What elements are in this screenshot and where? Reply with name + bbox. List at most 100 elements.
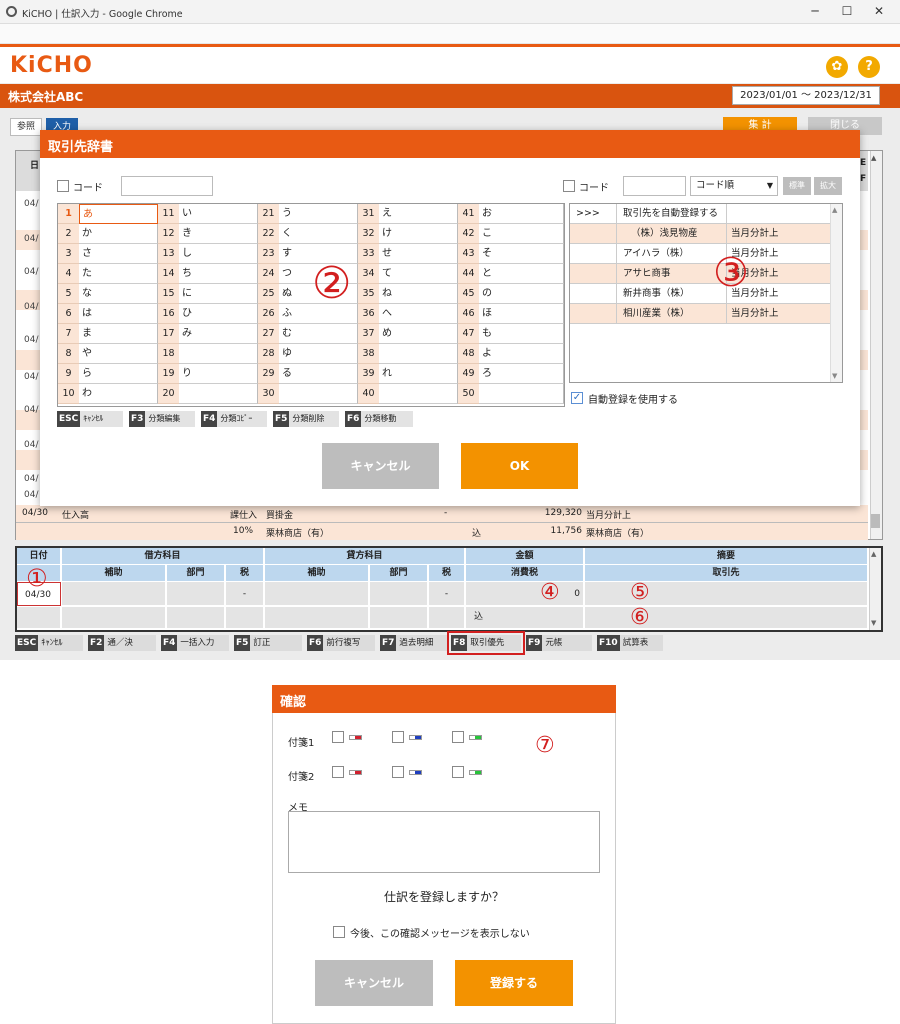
entry-scrollbar[interactable]: [869, 548, 881, 630]
confirm-cancel-button[interactable]: キャンセル: [315, 960, 433, 1006]
code-checkbox-right[interactable]: [563, 180, 575, 192]
kana-index-cell[interactable]: ま: [79, 324, 158, 344]
fkey-f4[interactable]: F4 一括入力: [161, 635, 229, 651]
fkey-f2[interactable]: F2 通／決: [88, 635, 156, 651]
kana-index-cell[interactable]: る: [279, 364, 358, 384]
maximize-icon[interactable]: ☐: [838, 3, 856, 19]
scroll-up-icon[interactable]: ▲: [832, 206, 837, 214]
fkey-esc[interactable]: ESC ｷｬﾝｾﾙ: [15, 635, 83, 651]
kana-index-cell[interactable]: は: [79, 304, 158, 324]
fkey-esc[interactable]: ESC ｷｬﾝｾﾙ: [57, 411, 123, 427]
row-date[interactable]: 04/: [24, 490, 38, 500]
scroll-thumb[interactable]: [871, 514, 880, 528]
list-item[interactable]: >>> 取引先を自動登録する: [570, 204, 830, 224]
kana-index-cell[interactable]: ろ: [479, 364, 564, 384]
credit-sub-cell[interactable]: [265, 582, 369, 606]
kana-index-cell[interactable]: お: [479, 204, 564, 224]
kana-index-cell[interactable]: [179, 384, 258, 404]
kana-index-cell[interactable]: か: [79, 224, 158, 244]
incl-cell[interactable]: 込: [466, 607, 584, 629]
row-date[interactable]: 04/: [24, 474, 38, 484]
tag-checkbox[interactable]: [332, 766, 344, 778]
fkey-f10[interactable]: F10 試算表: [597, 635, 663, 651]
kana-index-cell[interactable]: や: [79, 344, 158, 364]
expand-button[interactable]: 拡大: [814, 177, 842, 195]
fkey-f6[interactable]: F6 前行複写: [307, 635, 375, 651]
kana-index-cell[interactable]: た: [79, 264, 158, 284]
kana-index-cell[interactable]: の: [479, 284, 564, 304]
debit-tax-cell[interactable]: -: [226, 582, 264, 606]
tag-checkbox[interactable]: [452, 766, 464, 778]
partner-list-scrollbar[interactable]: [830, 204, 842, 382]
tag-checkbox[interactable]: [392, 731, 404, 743]
kana-index-cell[interactable]: [179, 344, 258, 364]
row-date[interactable]: 04/: [24, 302, 38, 312]
cancel-button[interactable]: キャンセル: [322, 443, 439, 489]
entry-row2-cell[interactable]: [17, 607, 61, 629]
scroll-up-icon[interactable]: ▲: [871, 550, 876, 558]
row2-cell[interactable]: [370, 607, 428, 629]
kana-index-cell[interactable]: め: [379, 324, 458, 344]
kana-index-cell[interactable]: な: [79, 284, 158, 304]
kana-index-cell[interactable]: へ: [379, 304, 458, 324]
list-item[interactable]: アサヒ商事 当月分計上: [570, 264, 830, 284]
minimize-icon[interactable]: ─: [806, 3, 824, 19]
fkey-f6[interactable]: F6 分類移動: [345, 411, 413, 427]
kana-index-cell[interactable]: そ: [479, 244, 564, 264]
list-item[interactable]: 新井商事（株） 当月分計上: [570, 284, 830, 304]
fkey-f9[interactable]: F9 元帳: [526, 635, 592, 651]
fkey-f3[interactable]: F3 分類編集: [129, 411, 195, 427]
kana-index-cell[interactable]: え: [379, 204, 458, 224]
credit-partner-cell[interactable]: [265, 607, 369, 629]
fkey-f8[interactable]: F8 取引優先: [447, 631, 525, 655]
kana-index-cell[interactable]: と: [479, 264, 564, 284]
kana-index-cell[interactable]: く: [279, 224, 358, 244]
kana-index-cell[interactable]: [379, 384, 458, 404]
kana-index-cell[interactable]: ら: [79, 364, 158, 384]
ok-button[interactable]: OK: [461, 443, 578, 489]
scroll-down-icon[interactable]: ▼: [832, 372, 837, 380]
kana-index-cell[interactable]: [279, 384, 358, 404]
kana-index-cell[interactable]: い: [179, 204, 258, 224]
table-row[interactable]: [16, 505, 868, 523]
dont-show-checkbox[interactable]: [333, 926, 345, 938]
standard-button[interactable]: 標準: [783, 177, 811, 195]
credit-dept-cell[interactable]: [370, 582, 428, 606]
grid-scrollbar[interactable]: [870, 151, 882, 539]
ctax-cell[interactable]: 0: [466, 582, 584, 606]
fkey-f5[interactable]: F5 訂正: [234, 635, 302, 651]
row-date[interactable]: 04/: [24, 372, 38, 382]
gear-icon[interactable]: ✿: [826, 56, 848, 78]
row2-cell[interactable]: [226, 607, 264, 629]
row-date[interactable]: 04/: [24, 405, 38, 415]
scroll-down-icon[interactable]: ▼: [871, 619, 876, 627]
kana-index-cell[interactable]: さ: [79, 244, 158, 264]
tab-reference[interactable]: 参照: [10, 118, 43, 136]
kana-index-cell[interactable]: わ: [79, 384, 158, 404]
kana-index-cell[interactable]: せ: [379, 244, 458, 264]
tag-checkbox[interactable]: [452, 731, 464, 743]
credit-tax-cell[interactable]: -: [429, 582, 465, 606]
kana-index-cell[interactable]: [479, 384, 564, 404]
help-icon[interactable]: ?: [858, 56, 880, 78]
scroll-up-icon[interactable]: ▲: [871, 154, 876, 162]
kana-index-cell[interactable]: ね: [379, 284, 458, 304]
kana-index-cell[interactable]: し: [179, 244, 258, 264]
kana-index-cell[interactable]: [379, 344, 458, 364]
kana-index-cell[interactable]: け: [379, 224, 458, 244]
row2-cell[interactable]: [429, 607, 465, 629]
kana-index-cell[interactable]: て: [379, 264, 458, 284]
kana-index-cell[interactable]: に: [179, 284, 258, 304]
kana-index-cell[interactable]: れ: [379, 364, 458, 384]
row-date[interactable]: 04/: [24, 234, 38, 244]
sort-select[interactable]: コード順 ▼: [690, 176, 778, 196]
kana-index-cell[interactable]: き: [179, 224, 258, 244]
table-row[interactable]: [16, 523, 868, 540]
row2-cell[interactable]: [167, 607, 225, 629]
row-date[interactable]: 04/: [24, 440, 38, 450]
summary-cell[interactable]: [585, 582, 868, 606]
list-item[interactable]: （株）浅見物産 当月分計上: [570, 224, 830, 244]
kana-index-cell[interactable]: り: [179, 364, 258, 384]
tag-checkbox[interactable]: [392, 766, 404, 778]
row-date[interactable]: 04/: [24, 267, 38, 277]
